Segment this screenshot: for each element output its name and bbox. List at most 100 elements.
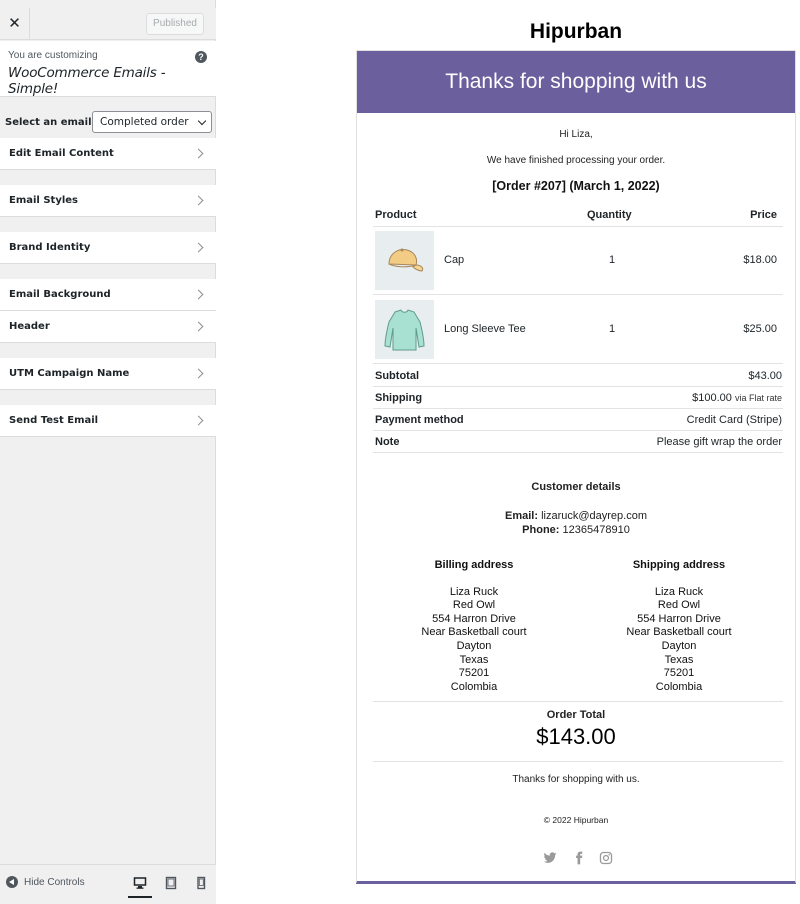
- shipping-value-wrap: $100.00 via Flat rate: [692, 392, 782, 404]
- facebook-icon[interactable]: [572, 851, 586, 865]
- item-quantity: 1: [609, 254, 616, 266]
- section-brand-identity[interactable]: Brand Identity: [0, 232, 216, 264]
- email-header: Thanks for shopping with us: [357, 51, 795, 113]
- order-total-label: Order Total: [546, 709, 606, 721]
- section-email-background[interactable]: Email Background: [0, 279, 216, 311]
- help-icon[interactable]: ?: [195, 51, 207, 63]
- chevron-right-icon: [193, 242, 204, 253]
- shipping-method: via Flat rate: [734, 393, 782, 403]
- address-line: Liza Ruck: [654, 585, 704, 598]
- desktop-preview-button[interactable]: [128, 876, 152, 898]
- shipping-row: Shipping $100.00 via Flat rate: [373, 387, 783, 409]
- customizer-topbar: ✕ Published: [0, 8, 216, 40]
- section-send-test-email[interactable]: Send Test Email: [0, 405, 216, 437]
- customer-phone: Phone: 12365478910: [357, 524, 795, 536]
- subtotal-value: $43.00: [748, 370, 782, 382]
- address-line: Texas: [664, 653, 694, 666]
- customizer-info: You are customizing WooCommerce Emails -…: [0, 41, 216, 97]
- select-email-row: Select an email Completed order: [0, 108, 216, 138]
- address-line: Red Owl: [452, 599, 496, 612]
- table-row: Cap 1 $18.00: [373, 227, 783, 295]
- phone-value: 12365478910: [562, 524, 630, 536]
- item-name: Long Sleeve Tee: [444, 323, 526, 335]
- chevron-right-icon: [193, 195, 204, 206]
- panel-title: WooCommerce Emails - Simple!: [8, 65, 166, 97]
- email-preview: Thanks for shopping with us Hi Liza, We …: [356, 50, 796, 884]
- section-email-styles[interactable]: Email Styles: [0, 185, 216, 217]
- section-utm-campaign-name[interactable]: UTM Campaign Name: [0, 358, 216, 390]
- item-price: $18.00: [743, 254, 777, 266]
- section-header[interactable]: Header: [0, 311, 216, 343]
- email-label: Email:: [504, 510, 538, 522]
- section-label: UTM Campaign Name: [9, 368, 130, 379]
- address-line: Dayton: [661, 639, 697, 652]
- hide-controls-label: Hide Controls: [24, 876, 85, 888]
- publish-button[interactable]: Published: [146, 13, 204, 35]
- order-title: [Order #207] (March 1, 2022): [492, 179, 660, 193]
- order-table-header: Product Quantity Price: [373, 205, 783, 227]
- note-row: Note Please gift wrap the order: [373, 431, 783, 453]
- address-line: Near Basketball court: [626, 626, 732, 639]
- cap-image: [375, 231, 434, 290]
- billing-address: Billing address Liza Ruck Red Owl 554 Ha…: [384, 559, 564, 694]
- customizer-footer: Hide Controls: [0, 864, 216, 904]
- column-quantity: Quantity: [587, 209, 632, 221]
- address-line: 75201: [663, 667, 695, 680]
- subtotal-row: Subtotal $43.00: [373, 365, 783, 387]
- mobile-preview-button[interactable]: [194, 876, 208, 890]
- address-line: Colombia: [450, 680, 498, 693]
- chevron-right-icon: [193, 321, 204, 332]
- collapse-icon: [6, 876, 18, 888]
- payment-value: Credit Card (Stripe): [686, 414, 782, 426]
- hide-controls-button[interactable]: Hide Controls: [6, 876, 85, 888]
- footer-text: Thanks for shopping with us.: [512, 774, 640, 785]
- select-email-label: Select an email: [5, 117, 92, 128]
- address-line: Near Basketball court: [421, 626, 527, 639]
- section-label: Email Styles: [9, 195, 78, 206]
- subtotal-label: Subtotal: [375, 370, 419, 382]
- divider: [373, 701, 783, 702]
- shipping-value: $100.00: [692, 392, 732, 404]
- section-label: Edit Email Content: [9, 148, 114, 159]
- chevron-right-icon: [193, 289, 204, 300]
- intro-text: We have finished processing your order.: [486, 155, 666, 166]
- section-edit-email-content[interactable]: Edit Email Content: [0, 138, 216, 170]
- greeting: Hi Liza,: [559, 129, 593, 140]
- column-product: Product: [375, 209, 417, 221]
- site-title: Hipurban: [529, 20, 623, 43]
- instagram-icon[interactable]: [599, 851, 613, 865]
- customizer-sidebar: ✕ Published You are customizing WooComme…: [0, 0, 216, 904]
- note-value: Please gift wrap the order: [656, 436, 782, 448]
- long-sleeve-tee-image: [375, 300, 434, 359]
- section-label: Email Background: [9, 289, 111, 300]
- chevron-right-icon: [193, 148, 204, 159]
- item-name: Cap: [444, 254, 465, 266]
- column-price: Price: [750, 209, 777, 221]
- phone-label: Phone:: [522, 524, 560, 536]
- twitter-icon[interactable]: [543, 851, 557, 865]
- copyright: © 2022 Hipurban: [543, 815, 609, 825]
- section-label: Header: [9, 321, 50, 332]
- address-line: 75201: [458, 667, 490, 680]
- billing-address-heading: Billing address: [434, 559, 514, 571]
- address-line: Dayton: [456, 639, 492, 652]
- tablet-preview-button[interactable]: [164, 876, 178, 890]
- address-line: Colombia: [655, 680, 703, 693]
- social-links: [543, 851, 613, 867]
- shipping-label: Shipping: [375, 392, 423, 404]
- payment-label: Payment method: [375, 414, 464, 426]
- you-are-customizing-label: You are customizing: [8, 50, 98, 61]
- close-customizer-button[interactable]: ✕: [0, 8, 30, 40]
- tablet-icon: [165, 876, 177, 890]
- email-value: lizaruck@dayrep.com: [541, 510, 647, 522]
- note-label: Note: [375, 436, 400, 448]
- address-line: 554 Harron Drive: [432, 612, 516, 625]
- payment-row: Payment method Credit Card (Stripe): [373, 409, 783, 431]
- item-price: $25.00: [743, 323, 777, 335]
- item-quantity: 1: [609, 323, 616, 335]
- shipping-address-heading: Shipping address: [632, 559, 726, 571]
- select-email-dropdown[interactable]: Completed order: [92, 111, 212, 133]
- section-label: Brand Identity: [9, 242, 91, 253]
- chevron-right-icon: [193, 415, 204, 426]
- address-line: Liza Ruck: [449, 585, 499, 598]
